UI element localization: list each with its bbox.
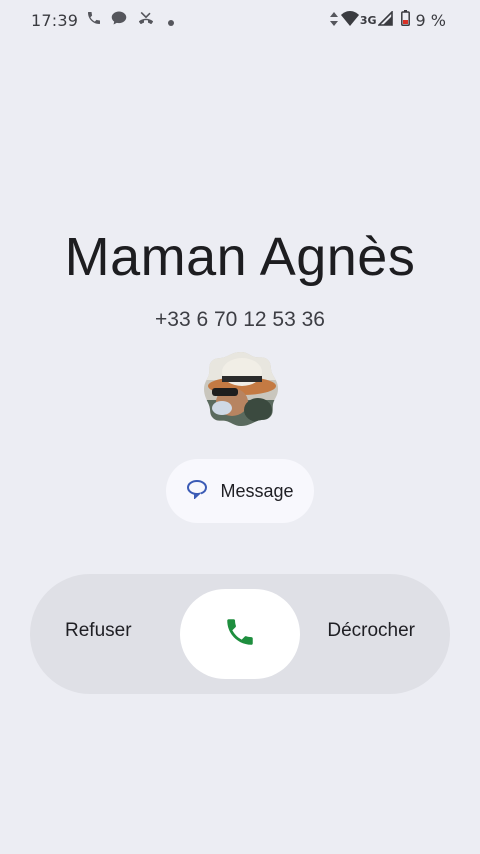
battery-icon (400, 10, 410, 30)
accept-label: Décrocher (327, 620, 415, 641)
status-left: 17:39 (31, 9, 175, 31)
network-type: 3G (359, 13, 377, 27)
caller-avatar (202, 350, 280, 428)
answer-decline-slider[interactable]: Refuser Décrocher (30, 574, 450, 694)
status-right: 3G 9 % (329, 9, 446, 31)
data-arrows-icon (329, 11, 338, 30)
message-icon (186, 479, 208, 503)
answer-handle[interactable] (180, 589, 300, 679)
phone-icon (86, 10, 102, 30)
message-label: Message (220, 480, 294, 501)
chat-bubble-icon (110, 10, 128, 30)
caller-number: +33 6 70 12 53 36 (155, 308, 325, 331)
signal-icon (376, 9, 393, 30)
status-time: 17:39 (31, 10, 79, 30)
wifi-icon (340, 10, 359, 30)
decline-label: Refuser (65, 620, 132, 641)
status-bar: 17:39 3G 9 % (0, 0, 480, 40)
battery-percent: 9 % (415, 10, 446, 30)
dot-icon (168, 11, 175, 30)
missed-call-icon (136, 10, 156, 30)
phone-icon (223, 615, 257, 653)
message-button[interactable]: Message (166, 459, 314, 523)
caller-name: Maman Agnès (64, 227, 416, 287)
